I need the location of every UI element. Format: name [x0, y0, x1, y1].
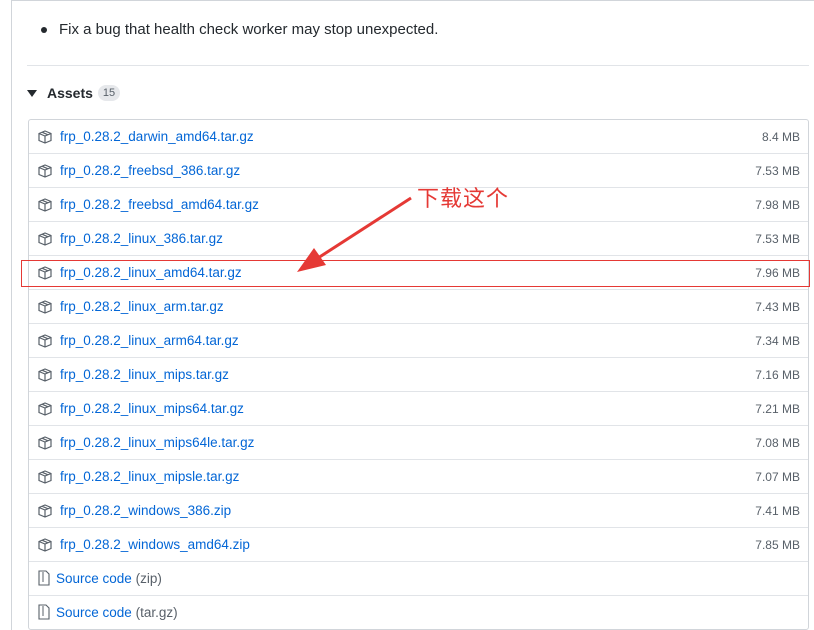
asset-row: frp_0.28.2_linux_mipsle.tar.gz 7.07 MB — [29, 459, 808, 493]
assets-count-badge: 15 — [97, 85, 121, 101]
package-icon — [38, 266, 52, 280]
package-icon — [38, 470, 52, 484]
asset-download-link[interactable]: frp_0.28.2_linux_mips64le.tar.gz — [60, 435, 254, 450]
asset-download-link[interactable]: frp_0.28.2_freebsd_386.tar.gz — [60, 163, 240, 178]
asset-row: frp_0.28.2_windows_amd64.zip 7.85 MB — [29, 527, 808, 561]
asset-row: frp_0.28.2_linux_arm64.tar.gz 7.34 MB — [29, 323, 808, 357]
asset-size: 7.07 MB — [755, 469, 800, 484]
asset-size: 7.96 MB — [755, 265, 800, 280]
source-code-format: (zip) — [135, 571, 162, 586]
asset-size: 8.4 MB — [761, 129, 800, 144]
source-code-format: (tar.gz) — [135, 605, 178, 620]
package-icon — [38, 198, 52, 212]
source-code-targz-link[interactable]: Source code (tar.gz) — [56, 605, 178, 620]
package-icon — [38, 232, 52, 246]
source-code-zip-link[interactable]: Source code (zip) — [56, 571, 162, 586]
asset-download-link[interactable]: frp_0.28.2_linux_arm64.tar.gz — [60, 333, 239, 348]
asset-size: 7.98 MB — [755, 197, 800, 212]
package-icon — [38, 368, 52, 382]
asset-size: 7.41 MB — [755, 503, 800, 518]
asset-download-link[interactable]: frp_0.28.2_windows_amd64.zip — [60, 537, 250, 552]
asset-size: 7.08 MB — [755, 435, 800, 450]
asset-size: 7.85 MB — [755, 537, 800, 552]
triangle-down-icon — [27, 90, 37, 97]
package-icon — [38, 402, 52, 416]
asset-download-link[interactable]: frp_0.28.2_windows_386.zip — [60, 503, 231, 518]
asset-row: frp_0.28.2_linux_386.tar.gz 7.53 MB — [29, 221, 808, 255]
asset-download-link[interactable]: frp_0.28.2_linux_386.tar.gz — [60, 231, 223, 246]
package-icon — [38, 300, 52, 314]
assets-title: Assets — [47, 85, 93, 101]
package-icon — [38, 504, 52, 518]
asset-row: frp_0.28.2_windows_386.zip 7.41 MB — [29, 493, 808, 527]
release-notes-list: Fix a bug that health check worker may s… — [40, 19, 438, 41]
source-code-label: Source code — [56, 571, 132, 586]
file-zip-icon — [38, 570, 50, 586]
asset-row-highlighted: frp_0.28.2_linux_amd64.tar.gz 7.96 MB — [29, 255, 808, 289]
package-icon — [38, 164, 52, 178]
section-divider — [27, 65, 809, 66]
source-code-label: Source code — [56, 605, 132, 620]
asset-download-link[interactable]: frp_0.28.2_linux_arm.tar.gz — [60, 299, 224, 314]
assets-toggle[interactable]: Assets 15 — [27, 82, 121, 104]
asset-download-link[interactable]: frp_0.28.2_freebsd_amd64.tar.gz — [60, 197, 259, 212]
asset-download-link[interactable]: frp_0.28.2_darwin_amd64.tar.gz — [60, 129, 254, 144]
asset-row: frp_0.28.2_linux_mips64.tar.gz 7.21 MB — [29, 391, 808, 425]
file-zip-icon — [38, 604, 50, 620]
asset-download-link[interactable]: frp_0.28.2_linux_mips64.tar.gz — [60, 401, 244, 416]
source-row: Source code (tar.gz) — [29, 595, 808, 629]
package-icon — [38, 436, 52, 450]
release-note-item: Fix a bug that health check worker may s… — [40, 19, 438, 41]
asset-size: 7.43 MB — [755, 299, 800, 314]
asset-row: frp_0.28.2_darwin_amd64.tar.gz 8.4 MB — [29, 120, 808, 153]
asset-size: 7.21 MB — [755, 401, 800, 416]
asset-download-link[interactable]: frp_0.28.2_linux_mipsle.tar.gz — [60, 469, 239, 484]
source-row: Source code (zip) — [29, 561, 808, 595]
package-icon — [38, 538, 52, 552]
asset-size: 7.53 MB — [755, 231, 800, 246]
asset-size: 7.16 MB — [755, 367, 800, 382]
package-icon — [38, 334, 52, 348]
asset-row: frp_0.28.2_linux_mips64le.tar.gz 7.08 MB — [29, 425, 808, 459]
package-icon — [38, 130, 52, 144]
asset-download-link[interactable]: frp_0.28.2_linux_mips.tar.gz — [60, 367, 229, 382]
asset-size: 7.34 MB — [755, 333, 800, 348]
asset-row: frp_0.28.2_linux_arm.tar.gz 7.43 MB — [29, 289, 808, 323]
asset-row: frp_0.28.2_linux_mips.tar.gz 7.16 MB — [29, 357, 808, 391]
asset-size: 7.53 MB — [755, 163, 800, 178]
asset-download-link[interactable]: frp_0.28.2_linux_amd64.tar.gz — [60, 265, 242, 280]
annotation-label: 下载这个 — [417, 187, 510, 212]
